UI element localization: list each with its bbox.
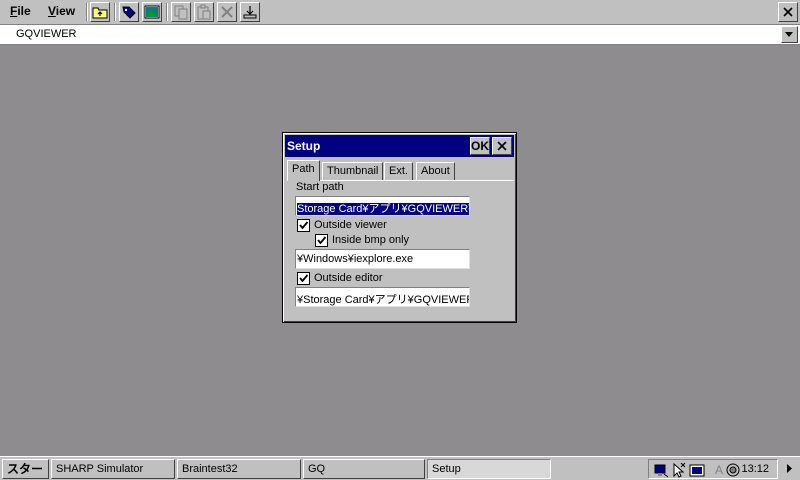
task-gq[interactable]: GQ [303, 459, 425, 479]
outside-editor-checkbox[interactable] [297, 272, 310, 285]
paste-button[interactable] [194, 2, 214, 22]
taskbar: スタート SHARP Simulator Braintest32 GQ Setu… [0, 456, 800, 480]
sound-icon[interactable] [725, 462, 741, 478]
input-method-indicator[interactable]: A [715, 463, 723, 477]
tag-icon [122, 6, 136, 19]
up-folder-button[interactable] [90, 2, 110, 22]
chevron-right-icon [787, 464, 792, 473]
address-combobox[interactable]: GQVIEWER [0, 25, 800, 45]
paste-icon [197, 4, 211, 20]
keyboard-icon[interactable] [689, 462, 705, 478]
address-value: GQVIEWER [16, 28, 77, 40]
editor-path-input[interactable]: ¥Storage Card¥アプリ¥GQVIEWER¥ [295, 287, 470, 307]
close-icon [783, 7, 793, 17]
checkmark-icon [299, 274, 309, 283]
tag-button[interactable] [119, 2, 139, 22]
inside-bmp-only-checkbox[interactable] [315, 234, 328, 247]
tab-path[interactable]: Path [287, 160, 320, 181]
delete-icon [221, 6, 233, 18]
tab-ext[interactable]: Ext. [384, 162, 413, 180]
chevron-down-icon [785, 32, 793, 37]
download-button[interactable] [240, 2, 260, 22]
image-icon [144, 5, 160, 19]
download-icon [243, 6, 257, 19]
setup-dialog: Setup OK Path Thumbnail Ext. About Start… [282, 132, 517, 323]
checkmark-icon [299, 221, 309, 230]
outside-viewer-label: Outside viewer [314, 219, 387, 231]
menu-view[interactable]: View [48, 3, 75, 21]
toolbar-separator [114, 3, 116, 21]
tab-about[interactable]: About [416, 162, 455, 180]
toolbar-separator [166, 3, 168, 21]
checkmark-icon [317, 236, 327, 245]
delete-button[interactable] [217, 2, 237, 22]
command-bar: File View [0, 0, 800, 25]
toolbar-separator [86, 3, 88, 21]
dialog-titlebar[interactable]: Setup OK [285, 135, 514, 157]
image-button[interactable] [142, 2, 162, 22]
task-braintest32[interactable]: Braintest32 [177, 459, 301, 479]
task-sharp-simulator[interactable]: SHARP Simulator [51, 459, 175, 479]
viewer-path-input[interactable]: ¥Windows¥iexplore.exe [295, 249, 470, 269]
copy-icon [174, 5, 188, 20]
up-folder-icon [92, 7, 108, 19]
taskbar-scroll-button[interactable] [781, 459, 799, 479]
address-dropdown-button[interactable] [781, 26, 798, 43]
inside-bmp-only-label: Inside bmp only [332, 234, 410, 246]
network-icon[interactable] [653, 462, 669, 478]
cursor-icon[interactable] [671, 462, 687, 478]
close-app-button[interactable] [778, 2, 798, 22]
start-button[interactable]: スタート [2, 459, 49, 479]
clock: 13:12 [741, 463, 769, 475]
start-path-label: Start path [296, 181, 344, 193]
start-path-input[interactable]: Storage Card¥アプリ¥GQVIEWER¥ [295, 196, 470, 216]
outside-editor-label: Outside editor [314, 272, 383, 284]
menu-file[interactable]: File [10, 3, 31, 21]
dialog-close-button[interactable] [492, 137, 512, 155]
close-icon [497, 141, 507, 151]
system-tray: A 13:12 [648, 459, 778, 479]
outside-viewer-checkbox[interactable] [297, 219, 310, 232]
ok-button[interactable]: OK [470, 137, 490, 155]
tab-thumbnail[interactable]: Thumbnail [322, 162, 384, 180]
task-setup[interactable]: Setup [427, 459, 551, 479]
dialog-title: Setup [287, 139, 321, 153]
copy-button[interactable] [171, 2, 191, 22]
